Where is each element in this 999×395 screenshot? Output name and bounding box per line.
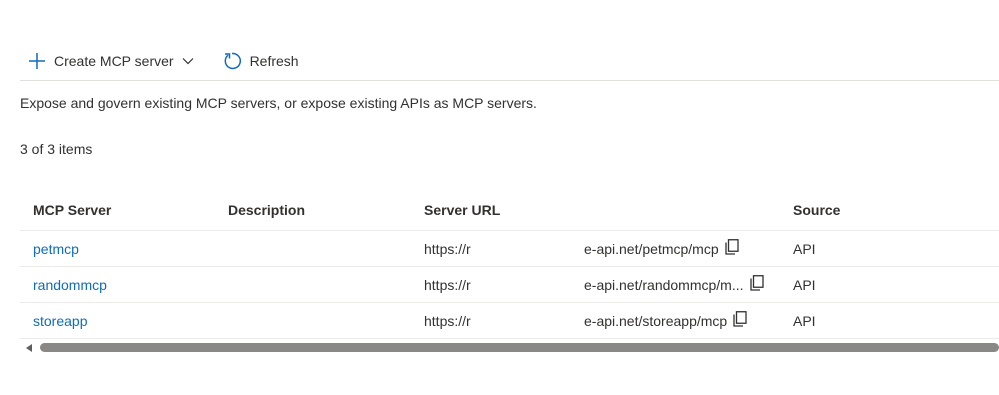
server-name-link[interactable]: randommcp [33, 277, 107, 293]
server-url-text: e-api.net/randommcp/m... [584, 276, 744, 293]
server-url: e-api.net/randommcp/m... [584, 275, 764, 294]
column-header-description[interactable]: Description [228, 202, 305, 218]
scrollbar-thumb[interactable] [40, 343, 999, 352]
table-row[interactable]: randommcp https://r e-api.net/randommcp/… [20, 267, 999, 303]
create-mcp-server-label: Create MCP server [54, 53, 174, 69]
command-bar: Create MCP server Refresh [24, 48, 303, 74]
server-url-text: e-api.net/petmcp/mcp [584, 240, 719, 257]
server-url: e-api.net/storeapp/mcp [584, 311, 747, 330]
copy-icon[interactable] [724, 239, 739, 258]
refresh-icon [222, 51, 242, 71]
server-url-prefix: https://r [424, 240, 471, 257]
column-header-source[interactable]: Source [793, 202, 840, 218]
column-header-server-url[interactable]: Server URL [424, 202, 500, 218]
server-name-link[interactable]: petmcp [33, 241, 79, 257]
server-source: API [793, 276, 816, 293]
table-header: MCP Server Description Server URL Source [20, 190, 999, 231]
page-description: Expose and govern existing MCP servers, … [20, 95, 537, 111]
toolbar-divider [20, 80, 999, 81]
refresh-button[interactable]: Refresh [218, 51, 303, 71]
table-row[interactable]: storeapp https://r e-api.net/storeapp/mc… [20, 303, 999, 339]
server-url-prefix: https://r [424, 312, 471, 329]
server-name-link[interactable]: storeapp [33, 313, 87, 329]
column-header-mcp-server[interactable]: MCP Server [33, 202, 111, 218]
table-row[interactable]: petmcp https://r e-api.net/petmcp/mcp AP… [20, 231, 999, 267]
server-url-text: e-api.net/storeapp/mcp [584, 312, 728, 329]
server-source: API [793, 312, 816, 329]
server-source: API [793, 240, 816, 257]
item-count: 3 of 3 items [20, 141, 93, 157]
horizontal-scrollbar[interactable] [20, 340, 999, 356]
server-url: e-api.net/petmcp/mcp [584, 239, 739, 258]
refresh-label: Refresh [249, 53, 299, 69]
mcp-servers-table: MCP Server Description Server URL Source… [20, 190, 999, 339]
copy-icon[interactable] [733, 311, 747, 330]
plus-icon [28, 52, 46, 70]
copy-icon[interactable] [749, 275, 764, 294]
scroll-left-icon[interactable] [26, 344, 32, 352]
chevron-down-icon[interactable] [182, 55, 194, 67]
create-mcp-server-button[interactable]: Create MCP server [24, 52, 198, 70]
server-url-prefix: https://r [424, 276, 471, 293]
